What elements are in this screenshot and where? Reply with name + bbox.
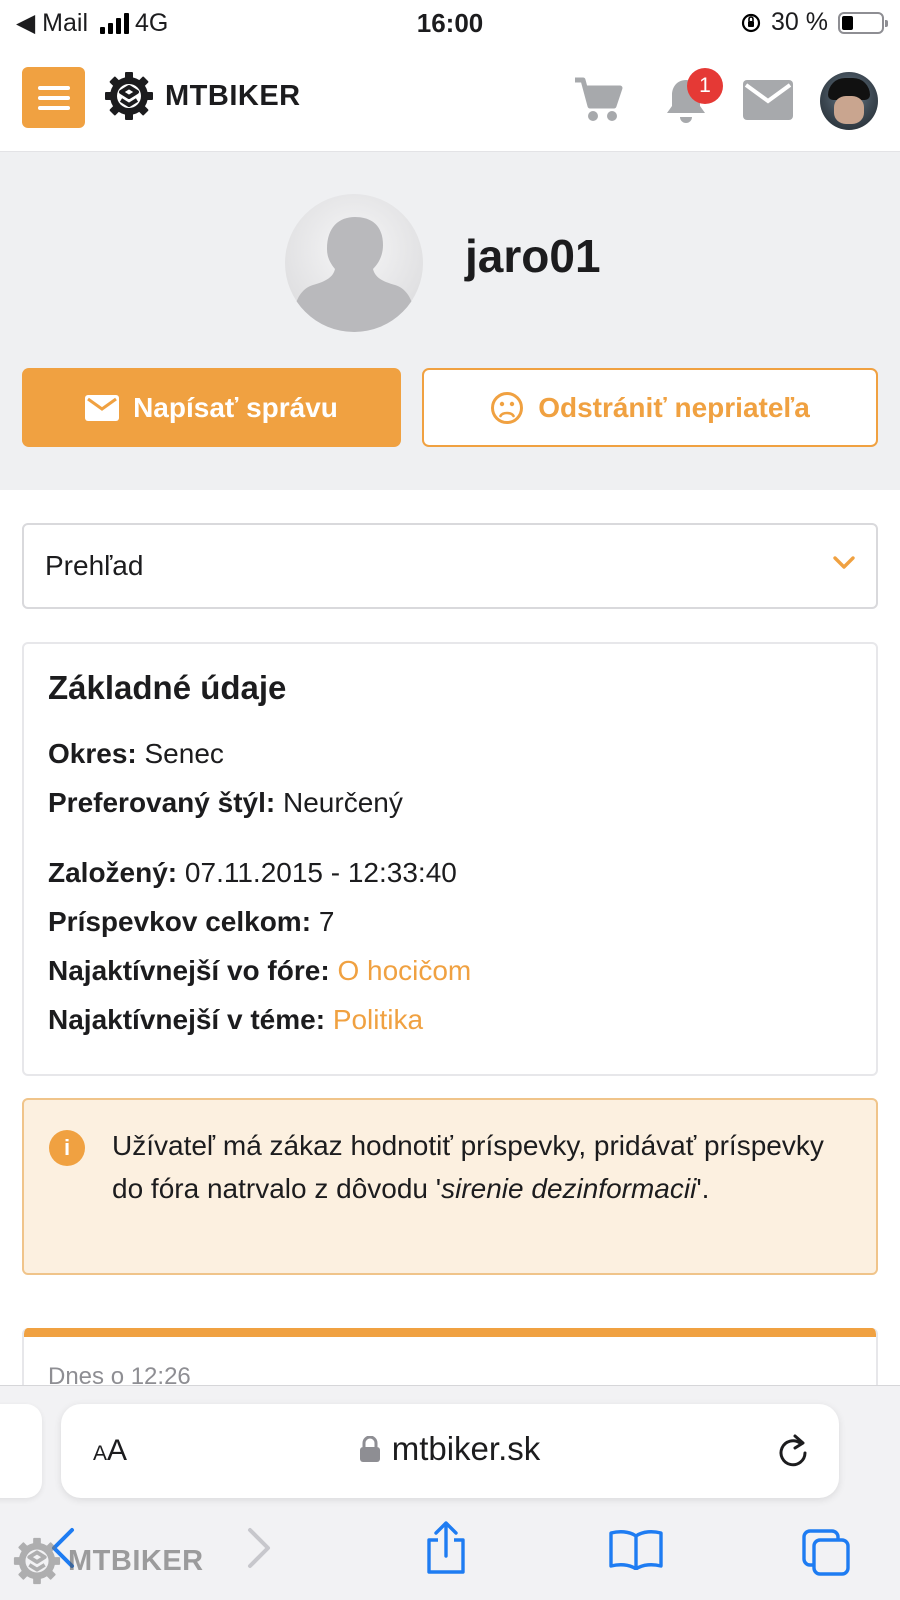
info-value: 07.11.2015 - 12:33:40 — [184, 857, 457, 888]
post-accent-bar — [24, 1328, 876, 1337]
basic-info-title: Základné údaje — [48, 669, 287, 706]
status-bar: ◀ Mail 4G 16:00 30 % — [0, 0, 900, 46]
info-row-style: Preferovaný štýl: Neurčený — [48, 787, 403, 819]
profile-avatar — [285, 194, 423, 332]
mail-icon[interactable] — [743, 80, 793, 120]
info-row-post-count: Príspevkov celkom: 7 — [48, 906, 334, 938]
info-value: Senec — [144, 738, 224, 769]
top-topic-link[interactable]: Politika — [333, 1004, 423, 1035]
watermark: MTBIKER — [12, 1536, 204, 1586]
top-forum-link[interactable]: O hocičom — [337, 955, 471, 986]
ban-text-end: '. — [696, 1173, 710, 1204]
notification-badge: 1 — [687, 68, 723, 104]
info-row-top-forum: Najaktívnejší vo fóre: O hocičom — [48, 955, 471, 987]
watermark-text: MTBIKER — [68, 1544, 204, 1577]
url-display: mtbiker.sk — [61, 1430, 839, 1468]
share-icon[interactable] — [423, 1520, 469, 1576]
logo-text: MTBIKER — [165, 79, 301, 112]
orientation-lock-icon — [741, 13, 761, 32]
info-label: Najaktívnejší v téme: — [48, 1004, 326, 1035]
reload-icon[interactable] — [775, 1432, 811, 1470]
user-avatar[interactable] — [820, 72, 878, 130]
menu-icon — [37, 85, 70, 90]
battery-percent: 30 % — [771, 8, 828, 36]
info-icon: i — [49, 1130, 85, 1166]
battery-level — [842, 15, 854, 30]
address-bar[interactable]: AA mtbiker.sk — [61, 1404, 839, 1498]
url-text: mtbiker.sk — [391, 1430, 541, 1467]
basic-info-card: Základné údaje Okres: Senec Preferovaný … — [22, 642, 878, 1076]
ban-alert-text: Užívateľ má zákaz hodnotiť príspevky, pr… — [112, 1124, 832, 1210]
menu-button[interactable] — [22, 67, 85, 128]
profile-section-select[interactable]: Prehľad — [22, 523, 878, 609]
info-label: Preferovaný štýl: — [48, 787, 276, 818]
info-value: Neurčený — [283, 787, 403, 818]
remove-enemy-label: Odstrániť nepriateľa — [538, 391, 810, 423]
send-message-button[interactable]: Napísať správu — [22, 368, 401, 447]
info-label: Okres: — [48, 738, 137, 769]
info-row-district: Okres: Senec — [48, 738, 224, 770]
info-value: 7 — [318, 906, 335, 937]
site-header: MTBIKER 1 — [0, 46, 900, 152]
bookmarks-icon[interactable] — [608, 1528, 664, 1570]
site-logo[interactable]: MTBIKER — [103, 70, 301, 122]
info-row-top-topic: Najaktívnejší v téme: Politika — [48, 1004, 423, 1036]
sad-face-icon — [491, 391, 524, 424]
default-avatar-icon — [285, 194, 423, 332]
chevron-down-icon — [833, 556, 855, 569]
ban-alert: i Užívateľ má zákaz hodnotiť príspevky, … — [22, 1098, 878, 1275]
selected-section: Prehľad — [45, 550, 144, 581]
remove-enemy-button[interactable]: Odstrániť nepriateľa — [422, 368, 878, 447]
watermark-gear-icon — [13, 1537, 61, 1585]
envelope-icon — [85, 394, 120, 421]
ban-reason: sirenie dezinformacii — [441, 1173, 697, 1204]
info-row-created: Založený: 07.11.2015 - 12:33:40 — [48, 857, 457, 889]
info-label: Založený: — [48, 857, 178, 888]
info-label: Najaktívnejší vo fóre: — [48, 955, 330, 986]
battery-icon — [838, 11, 888, 34]
tabs-icon[interactable] — [801, 1528, 851, 1576]
forward-icon[interactable] — [244, 1526, 274, 1570]
profile-username: jaro01 — [465, 230, 601, 282]
lock-icon — [359, 1436, 380, 1462]
info-label: Príspevkov celkom: — [48, 906, 312, 937]
cart-icon[interactable] — [571, 72, 625, 126]
profile-header: jaro01 Napísať správu Odstrániť nepriate… — [0, 152, 900, 490]
send-message-label: Napísať správu — [133, 391, 338, 423]
logo-gear-icon — [105, 72, 153, 120]
previous-tab[interactable] — [0, 1404, 42, 1498]
